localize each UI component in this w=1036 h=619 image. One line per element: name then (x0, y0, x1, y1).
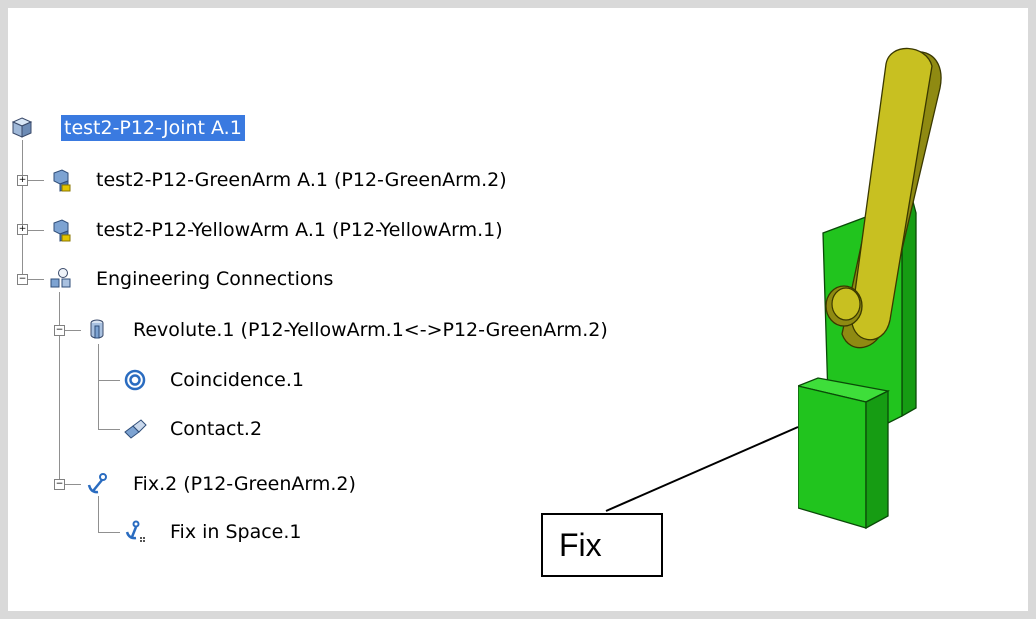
tree-node-contact[interactable]: Contact.2 (122, 411, 262, 447)
tree-connector (98, 344, 99, 430)
tree-node-revolute[interactable]: Revolute.1 (P12-YellowArm.1<->P12-GreenA… (85, 312, 608, 348)
tree-connector (98, 532, 120, 533)
tree-node-label: test2-P12-YellowArm A.1 (P12-YellowArm.1… (96, 219, 503, 241)
tree-node-label: test2-P12-Joint A.1 (61, 115, 245, 141)
tree-connector (59, 292, 60, 485)
tree-connector (22, 140, 23, 280)
collapse-toggle[interactable]: − (54, 325, 65, 336)
tree-connector (98, 380, 120, 381)
tree-node-engineering-connections[interactable]: Engineering Connections (48, 261, 333, 297)
tree-node-fix-in-space[interactable]: Fix in Space.1 (122, 514, 302, 550)
tree-node-label: Coincidence.1 (170, 369, 304, 391)
callout-text: Fix (559, 526, 602, 563)
coincidence-icon (122, 367, 148, 393)
tree-node-fix[interactable]: Fix.2 (P12-GreenArm.2) (85, 466, 356, 502)
yellow-arm[interactable] (825, 47, 942, 349)
viewport-canvas: + + − − − test2-P12-Joint A.1 test2-P12-… (8, 8, 1028, 611)
joint-3d-model[interactable] (798, 38, 948, 548)
tree-node-label: Contact.2 (170, 418, 263, 440)
tree-node-label: Revolute.1 (P12-YellowArm.1<->P12-GreenA… (133, 319, 608, 341)
tree-node-root[interactable]: test2-P12-Joint A.1 (9, 110, 245, 146)
collapse-toggle[interactable]: − (17, 274, 28, 285)
part-instance-icon (48, 167, 74, 193)
tree-connector (98, 429, 120, 430)
tree-node-label: Fix in Space.1 (170, 521, 302, 543)
engineering-connections-icon (48, 266, 74, 292)
contact-icon (122, 416, 148, 442)
callout-leader-line (605, 426, 799, 512)
revolute-icon (85, 317, 111, 343)
tree-node-coincidence[interactable]: Coincidence.1 (122, 362, 304, 398)
fix-in-space-icon (122, 519, 148, 545)
tree-node-yellow-arm[interactable]: test2-P12-YellowArm A.1 (P12-YellowArm.1… (48, 212, 503, 248)
fix-icon (85, 471, 111, 497)
tree-node-green-arm[interactable]: test2-P12-GreenArm A.1 (P12-GreenArm.2) (48, 162, 507, 198)
expand-toggle[interactable]: + (17, 175, 28, 186)
part-instance-icon (48, 217, 74, 243)
tree-node-label: test2-P12-GreenArm A.1 (P12-GreenArm.2) (96, 169, 507, 191)
product-icon (9, 115, 35, 141)
tree-node-label: Engineering Connections (96, 268, 334, 290)
tree-node-label: Fix.2 (P12-GreenArm.2) (133, 473, 356, 495)
callout-label: Fix (541, 513, 663, 577)
collapse-toggle[interactable]: − (54, 479, 65, 490)
expand-toggle[interactable]: + (17, 224, 28, 235)
